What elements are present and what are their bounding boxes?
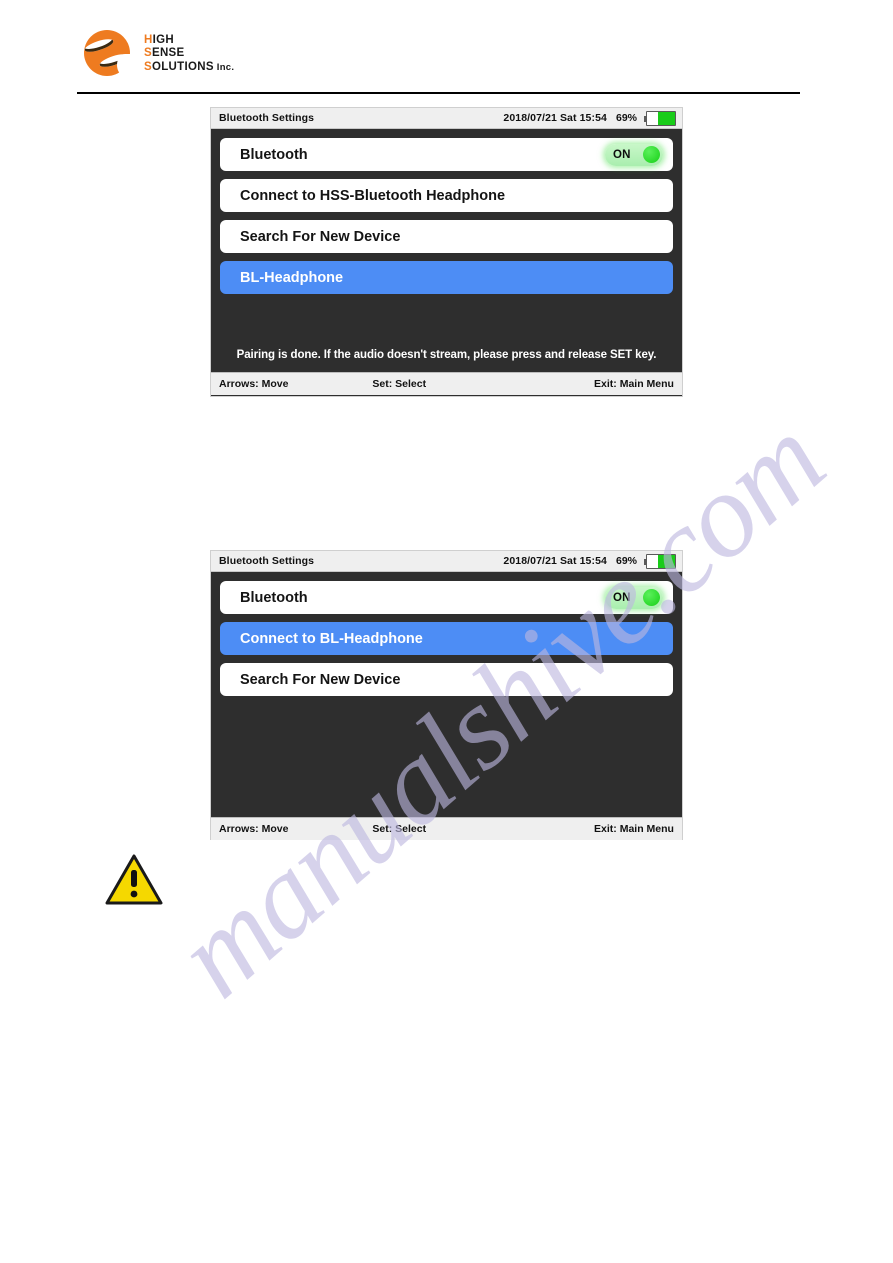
screen2-hint-set: Set: Select xyxy=(372,823,427,835)
screen2-row-bluetooth[interactable]: Bluetooth ON xyxy=(220,581,673,614)
brand-line-2-rest: ENSE xyxy=(151,47,185,60)
bluetooth-toggle[interactable]: ON xyxy=(605,143,663,166)
screen2-row-search[interactable]: Search For New Device xyxy=(220,663,673,696)
screen2-datetime: 2018/07/21 Sat 15:54 xyxy=(503,555,607,567)
toggle-knob-icon xyxy=(643,146,660,163)
device-screenshot-2: Bluetooth Settings 2018/07/21 Sat 15:54 … xyxy=(211,551,682,840)
screen1-hint-arrows: Arrows: Move xyxy=(219,378,289,390)
screen1-row-search-label: Search For New Device xyxy=(240,228,401,245)
bluetooth-toggle-state: ON xyxy=(613,591,631,604)
hss-sun-logo-icon xyxy=(82,28,134,80)
screen1-hint-set: Set: Select xyxy=(372,378,427,390)
screen2-row-search-label: Search For New Device xyxy=(240,671,401,688)
screen2-hint-exit: Exit: Main Menu xyxy=(594,823,674,835)
device-screenshot-1: Bluetooth Settings 2018/07/21 Sat 15:54 … xyxy=(211,108,682,396)
screen1-datetime: 2018/07/21 Sat 15:54 xyxy=(503,112,607,124)
screen1-row-bluetooth-label: Bluetooth xyxy=(240,146,308,163)
brand-line-3: SOLUTIONS Inc. xyxy=(144,61,234,75)
screen2-battery-percent: 69% xyxy=(615,555,637,567)
brand-line-3-accent: S xyxy=(144,60,152,73)
battery-icon xyxy=(644,553,676,569)
page-header: HIGH SENSE SOLUTIONS Inc. xyxy=(0,0,893,95)
screen1-body: Bluetooth ON Connect to HSS-Bluetooth He… xyxy=(211,129,682,372)
battery-icon xyxy=(644,110,676,126)
screen1-row-connect-hss-label: Connect to HSS-Bluetooth Headphone xyxy=(240,187,506,204)
screen1-row-search[interactable]: Search For New Device xyxy=(220,220,673,253)
bluetooth-toggle[interactable]: ON xyxy=(605,586,663,609)
screen2-body: Bluetooth ON Connect to BL-Headphone Sea… xyxy=(211,572,682,817)
brand-suffix: Inc. xyxy=(213,61,235,73)
brand-line-1-accent: H xyxy=(144,33,153,46)
screen2-row-bluetooth-label: Bluetooth xyxy=(240,589,308,606)
screen1-titlebar: Bluetooth Settings 2018/07/21 Sat 15:54 … xyxy=(211,108,682,129)
warning-triangle-icon xyxy=(104,853,164,907)
screen2-titlebar: Bluetooth Settings 2018/07/21 Sat 15:54 … xyxy=(211,551,682,572)
screen1-title: Bluetooth Settings xyxy=(219,112,315,124)
screen2-row-connect-bl-label: Connect to BL-Headphone xyxy=(240,630,423,647)
screen2-statusbar: 2018/07/21 Sat 15:54 69% xyxy=(503,553,676,569)
screen2-hint-arrows: Arrows: Move xyxy=(219,823,289,835)
screen1-row-connect-hss[interactable]: Connect to HSS-Bluetooth Headphone xyxy=(220,179,673,212)
screen1-hint-exit: Exit: Main Menu xyxy=(594,378,674,390)
header-divider xyxy=(77,92,800,94)
screen1-row-bl-headphone[interactable]: BL-Headphone xyxy=(220,261,673,294)
brand-line-1-rest: IGH xyxy=(152,33,174,46)
toggle-knob-icon xyxy=(643,589,660,606)
screen2-footer: Arrows: Move Set: Select Exit: Main Menu xyxy=(211,817,682,840)
brand-line-3-rest: OLUTIONS xyxy=(151,60,214,73)
brand-line-2-accent: S xyxy=(144,47,152,60)
bluetooth-toggle-state: ON xyxy=(613,148,631,161)
brand-line-1: HIGH xyxy=(144,34,234,48)
brand-wordmark: HIGH SENSE SOLUTIONS Inc. xyxy=(144,34,234,75)
screen2-row-connect-bl[interactable]: Connect to BL-Headphone xyxy=(220,622,673,655)
screen1-statusbar: 2018/07/21 Sat 15:54 69% xyxy=(503,110,676,126)
screen1-row-bluetooth[interactable]: Bluetooth ON xyxy=(220,138,673,171)
brand-logo: HIGH SENSE SOLUTIONS Inc. xyxy=(82,28,234,80)
screen2-title: Bluetooth Settings xyxy=(219,555,315,567)
screen1-row-bl-headphone-label: BL-Headphone xyxy=(240,269,344,286)
screen1-status-message: Pairing is done. If the audio doesn't st… xyxy=(236,349,657,361)
brand-line-2: SENSE xyxy=(144,47,234,61)
screen1-footer: Arrows: Move Set: Select Exit: Main Menu xyxy=(211,372,682,395)
screen1-battery-percent: 69% xyxy=(615,112,637,124)
